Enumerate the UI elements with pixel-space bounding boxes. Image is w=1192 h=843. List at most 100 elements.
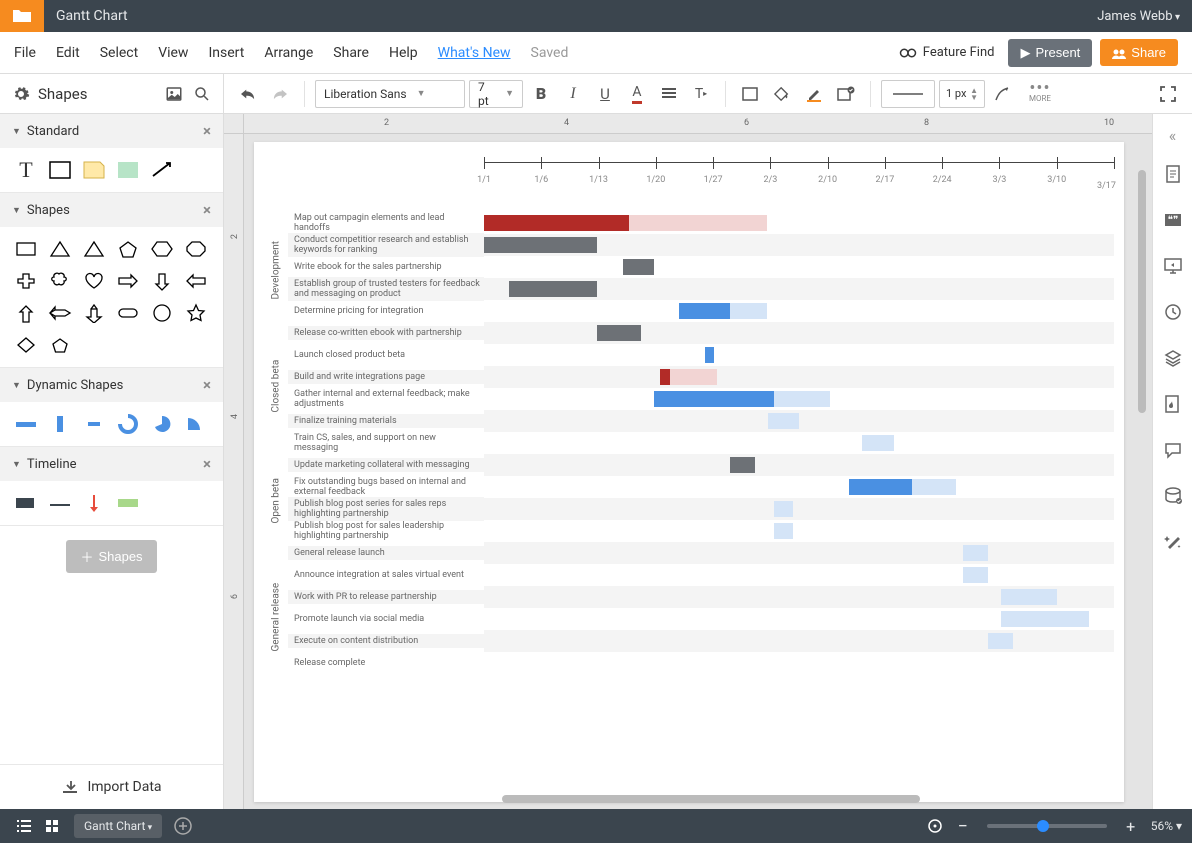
shape-6[interactable] (12, 269, 40, 293)
bar-area[interactable] (484, 652, 1114, 674)
gantt-row[interactable]: Update marketing collateral with messagi… (288, 454, 1114, 476)
gantt-bar[interactable] (597, 325, 641, 341)
shape-8[interactable] (80, 269, 108, 293)
share-button[interactable]: Share (1100, 39, 1178, 66)
close-icon[interactable]: × (203, 376, 211, 394)
tl-marker[interactable] (80, 491, 108, 515)
import-data-button[interactable]: Import Data (0, 764, 223, 809)
shape-1[interactable] (46, 237, 74, 261)
gear-icon[interactable] (12, 85, 30, 103)
menu-view[interactable]: View (158, 45, 188, 61)
menu-share[interactable]: Share (333, 45, 369, 61)
menu-select[interactable]: Select (100, 45, 138, 61)
italic-button[interactable]: I (559, 80, 587, 108)
bar-area[interactable] (484, 520, 1114, 542)
gantt-bar[interactable] (660, 369, 669, 385)
menu-help[interactable]: Help (389, 45, 418, 61)
bar-area[interactable] (484, 410, 1114, 432)
menu-insert[interactable]: Insert (208, 45, 244, 61)
menu-file[interactable]: File (14, 45, 36, 61)
bar-area[interactable] (484, 278, 1114, 300)
canvas[interactable]: 246810 246 1/11/61/131/201/272/32/102/17… (224, 114, 1152, 809)
underline-button[interactable]: U (591, 80, 619, 108)
align-button[interactable] (655, 80, 683, 108)
shape-12[interactable] (12, 301, 40, 325)
text-more-button[interactable]: T▸ (687, 80, 715, 108)
shape-options-button[interactable] (832, 80, 860, 108)
section-standard[interactable]: ▼Standard× (0, 114, 223, 148)
text-shape[interactable]: T (12, 158, 40, 182)
user-menu[interactable]: James Webb (1097, 9, 1180, 24)
gantt-row[interactable]: Map out campagin elements and lead hando… (288, 212, 1114, 234)
zoom-slider[interactable] (987, 824, 1107, 828)
app-folder-icon[interactable] (0, 0, 44, 32)
dyn-pie[interactable] (148, 412, 176, 436)
gantt-bar[interactable] (629, 215, 768, 231)
zoom-label[interactable]: 56% ▾ (1151, 819, 1182, 833)
shape-15[interactable] (114, 301, 142, 325)
document-title[interactable]: Gantt Chart (56, 8, 128, 24)
menu-edit[interactable]: Edit (56, 45, 80, 61)
scrollbar-horizontal[interactable] (502, 795, 920, 803)
dyn-vbar[interactable] (46, 412, 74, 436)
bar-area[interactable] (484, 564, 1114, 586)
gantt-bar[interactable] (730, 457, 755, 473)
shape-13[interactable] (46, 301, 74, 325)
bar-area[interactable] (484, 498, 1114, 520)
zoom-in-button[interactable]: + (1117, 817, 1145, 836)
gantt-row[interactable]: Gather internal and external feedback; m… (288, 388, 1114, 410)
text-color-button[interactable]: A (623, 80, 651, 108)
bar-area[interactable] (484, 256, 1114, 278)
bar-area[interactable] (484, 608, 1114, 630)
bar-area[interactable] (484, 432, 1114, 454)
shape-17[interactable] (182, 301, 210, 325)
target-icon[interactable] (921, 818, 949, 834)
shape-16[interactable] (148, 301, 176, 325)
gantt-bar[interactable] (509, 281, 597, 297)
comments-icon[interactable] (1153, 427, 1192, 473)
gantt-row[interactable]: Publish blog post for sales leadership h… (288, 520, 1114, 542)
rect-shape[interactable] (46, 158, 74, 182)
gantt-bar[interactable] (963, 567, 988, 583)
layers-icon[interactable] (1153, 335, 1192, 381)
gantt-row[interactable]: Establish group of trusted testers for f… (288, 278, 1114, 300)
shape-5[interactable] (182, 237, 210, 261)
block-shape[interactable] (114, 158, 142, 182)
gantt-bar[interactable] (623, 259, 655, 275)
dyn-quarter[interactable] (182, 412, 210, 436)
gantt-row[interactable]: Write ebook for the sales partnership (288, 256, 1114, 278)
page-icon[interactable] (1153, 151, 1192, 197)
gantt-row[interactable]: Release complete (288, 652, 1114, 674)
presentation-icon[interactable] (1153, 243, 1192, 289)
shape-9[interactable] (114, 269, 142, 293)
undo-button[interactable] (234, 80, 262, 108)
close-icon[interactable]: × (203, 455, 211, 473)
bar-area[interactable] (484, 454, 1114, 476)
bar-area[interactable] (484, 322, 1114, 344)
gantt-bar[interactable] (774, 501, 793, 517)
gantt-row[interactable]: Finalize training materials (288, 410, 1114, 432)
data-icon[interactable] (1153, 473, 1192, 519)
search-icon[interactable] (193, 85, 211, 103)
menu-arrange[interactable]: Arrange (264, 45, 313, 61)
tl-block[interactable] (12, 491, 40, 515)
gantt-bar[interactable] (1001, 589, 1058, 605)
dyn-small[interactable] (80, 412, 108, 436)
bar-area[interactable] (484, 366, 1114, 388)
gantt-bar[interactable] (774, 391, 831, 407)
feature-find[interactable]: Feature Find (899, 45, 995, 60)
shape-14[interactable] (80, 301, 108, 325)
gantt-row[interactable]: Promote launch via social media (288, 608, 1114, 630)
zoom-out-button[interactable]: − (949, 816, 977, 837)
collapse-rail-icon[interactable]: « (1163, 120, 1183, 151)
gantt-bar[interactable] (912, 479, 956, 495)
gantt-row[interactable]: Fix outstanding bugs based on internal a… (288, 476, 1114, 498)
gantt-bar[interactable] (862, 435, 894, 451)
present-button[interactable]: ▶ Present (1008, 39, 1092, 67)
gantt-row[interactable]: Determine pricing for integration (288, 300, 1114, 322)
shape-2[interactable] (80, 237, 108, 261)
history-icon[interactable] (1153, 289, 1192, 335)
bar-area[interactable] (484, 542, 1114, 564)
theme-icon[interactable] (1153, 381, 1192, 427)
gantt-bar[interactable] (730, 303, 768, 319)
